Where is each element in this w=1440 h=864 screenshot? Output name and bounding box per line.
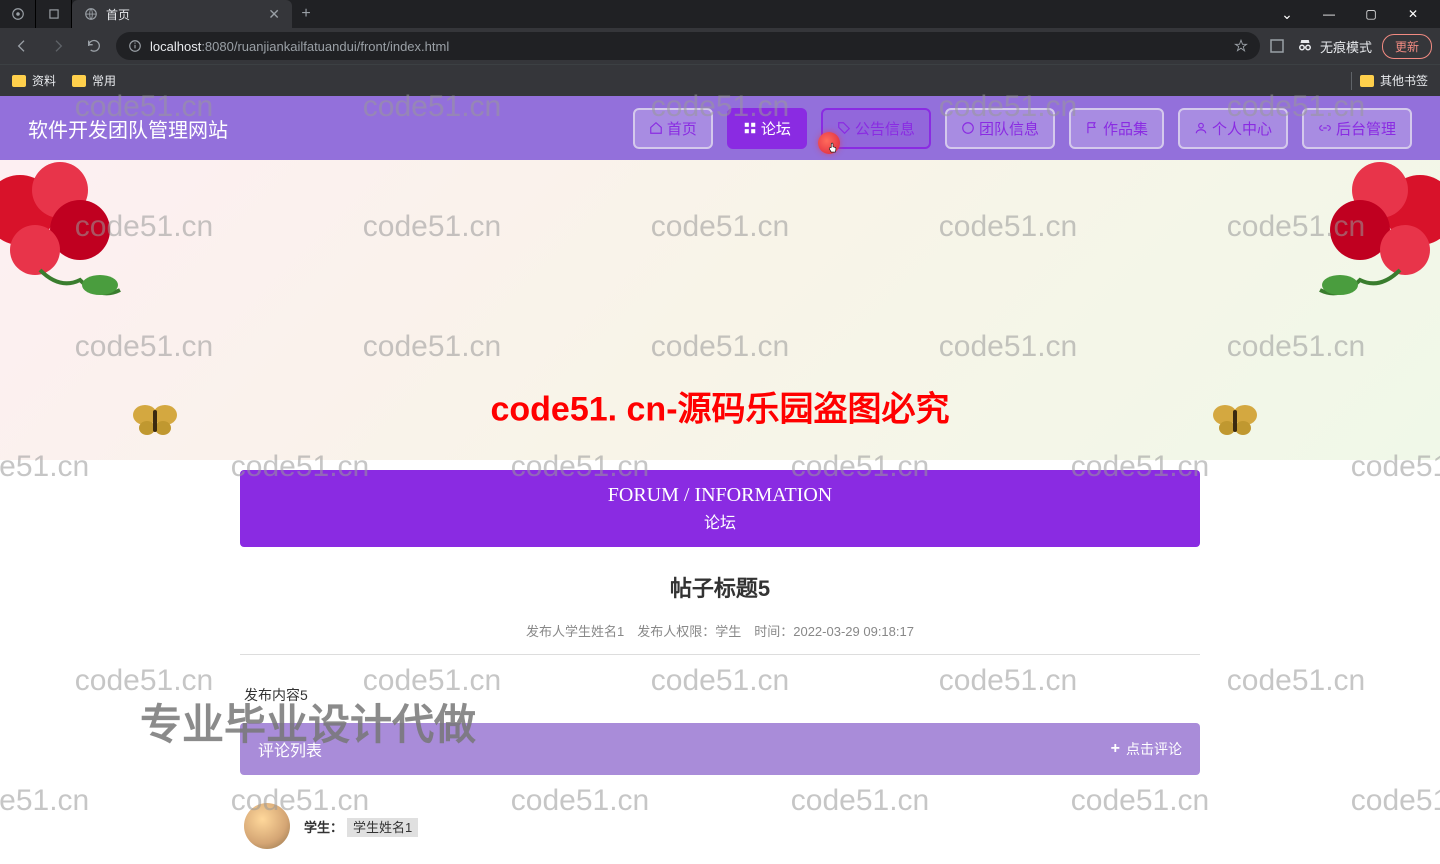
post-meta: 发布人学生姓名1 发布人权限：学生 时间：2022-03-29 09:18:17 xyxy=(240,621,1200,655)
bookmarks-bar: 资料 常用 其他书签 xyxy=(0,64,1440,96)
grid-icon xyxy=(743,121,757,135)
comment-bar-title: 评论列表 xyxy=(258,737,322,761)
tab-inactive-1[interactable] xyxy=(0,0,36,28)
comment-user: 学生：学生姓名1 xyxy=(304,817,418,836)
folder-icon xyxy=(72,75,86,87)
bookmark-star-icon[interactable] xyxy=(1234,39,1248,53)
tab-title: 首页 xyxy=(106,6,130,23)
forward-button[interactable] xyxy=(44,32,72,60)
plus-icon: + xyxy=(1111,740,1120,758)
cursor-highlight xyxy=(818,132,840,154)
close-window-button[interactable]: ✕ xyxy=(1398,7,1428,21)
window-controls: ⌄ — ▢ ✕ xyxy=(1272,6,1440,23)
url-bar[interactable]: localhost:8080/ruanjiankailfatuandui/fro… xyxy=(116,32,1260,60)
back-button[interactable] xyxy=(8,32,36,60)
globe-icon xyxy=(961,121,975,135)
page-content: 软件开发团队管理网站 首页 论坛 公告信息 团队信息 作品集 个人中心 后台管理… xyxy=(0,96,1440,849)
tab-bar: 首页 ✕ + ⌄ — ▢ ✕ xyxy=(0,0,1440,28)
nav-forum[interactable]: 论坛 xyxy=(727,108,807,149)
butterfly-icon xyxy=(1210,400,1260,440)
butterfly-icon xyxy=(130,400,180,440)
url-text: localhost:8080/ruanjiankailfatuandui/fro… xyxy=(150,39,449,54)
link-icon xyxy=(1318,121,1332,135)
nav-team[interactable]: 团队信息 xyxy=(945,108,1055,149)
site-header: 软件开发团队管理网站 首页 论坛 公告信息 团队信息 作品集 个人中心 后台管理 xyxy=(0,96,1440,160)
post-body: 发布内容5 xyxy=(240,685,1200,705)
tag-icon xyxy=(837,121,851,135)
home-icon xyxy=(649,121,663,135)
info-icon xyxy=(128,39,142,53)
incognito-indicator: 无痕模式 xyxy=(1296,37,1372,56)
extensions-icon[interactable] xyxy=(1268,37,1286,55)
globe-icon xyxy=(84,7,98,21)
maximize-button[interactable]: ▢ xyxy=(1356,7,1386,21)
minimize-button[interactable]: — xyxy=(1314,7,1344,21)
nav-admin[interactable]: 后台管理 xyxy=(1302,108,1412,149)
flower-decoration-left xyxy=(0,160,180,330)
tab-active[interactable]: 首页 ✕ xyxy=(72,0,292,28)
avatar xyxy=(244,803,290,849)
incognito-icon xyxy=(1296,37,1314,55)
folder-icon xyxy=(1360,75,1374,87)
banner-overlay-text: code51. cn-源码乐园盗图必究 xyxy=(490,382,949,431)
tab-close-button[interactable]: ✕ xyxy=(268,6,280,23)
comment-bar: 评论列表 + 点击评论 xyxy=(240,723,1200,775)
nav-works[interactable]: 作品集 xyxy=(1069,108,1164,149)
banner: code51. cn-源码乐园盗图必究 xyxy=(0,160,1440,460)
section-title-en: FORUM / INFORMATION xyxy=(254,484,1186,507)
update-button[interactable]: 更新 xyxy=(1382,34,1432,59)
bookmark-changyong[interactable]: 常用 xyxy=(72,72,116,89)
section-header: FORUM / INFORMATION 论坛 xyxy=(240,470,1200,547)
bookmark-ziliao[interactable]: 资料 xyxy=(12,72,56,89)
bookmark-other[interactable]: 其他书签 xyxy=(1360,72,1428,89)
section-title-cn: 论坛 xyxy=(254,509,1186,533)
add-comment-button[interactable]: + 点击评论 xyxy=(1111,739,1182,759)
browser-toolbar: localhost:8080/ruanjiankailfatuandui/fro… xyxy=(0,28,1440,64)
post-title: 帖子标题5 xyxy=(240,571,1200,603)
flag-icon xyxy=(1085,121,1099,135)
tab-inactive-2[interactable] xyxy=(36,0,72,28)
main-content: FORUM / INFORMATION 论坛 帖子标题5 发布人学生姓名1 发布… xyxy=(240,470,1200,849)
tabs-dropdown-button[interactable]: ⌄ xyxy=(1272,6,1302,23)
user-icon xyxy=(1194,121,1208,135)
nav-home[interactable]: 首页 xyxy=(633,108,713,149)
flower-decoration-right xyxy=(1260,160,1440,330)
comment-item: 学生：学生姓名1 xyxy=(240,803,1200,849)
new-tab-button[interactable]: + xyxy=(292,0,320,28)
browser-chrome: 首页 ✕ + ⌄ — ▢ ✕ localhost:8080/ruanjianka… xyxy=(0,0,1440,96)
main-nav: 首页 论坛 公告信息 团队信息 作品集 个人中心 后台管理 xyxy=(633,108,1412,149)
nav-personal[interactable]: 个人中心 xyxy=(1178,108,1288,149)
folder-icon xyxy=(12,75,26,87)
site-title: 软件开发团队管理网站 xyxy=(28,114,228,143)
reload-button[interactable] xyxy=(80,32,108,60)
